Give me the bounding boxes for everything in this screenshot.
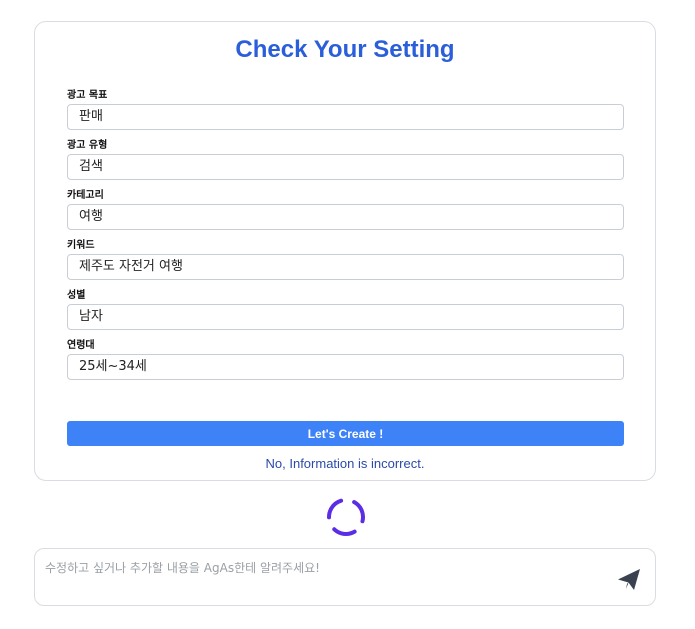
loading-spinner-icon: [327, 498, 365, 536]
keyword-field[interactable]: 제주도 자전거 여행: [67, 254, 624, 280]
field-age-range: 연령대 25세~34세: [67, 339, 624, 380]
card-title: Check Your Setting: [235, 36, 455, 63]
age-range-field[interactable]: 25세~34세: [67, 354, 624, 380]
field-ad-goal: 광고 목표 판매: [67, 89, 624, 130]
create-button[interactable]: Let's Create !: [67, 421, 624, 446]
field-keyword: 키워드 제주도 자전거 여행: [67, 239, 624, 280]
ad-type-field[interactable]: 검색: [67, 154, 624, 180]
ad-goal-field[interactable]: 판매: [67, 104, 624, 130]
field-ad-type: 광고 유형 검색: [67, 139, 624, 180]
send-paper-plane-icon: [618, 569, 640, 590]
category-field[interactable]: 여행: [67, 204, 624, 230]
field-label-keyword: 키워드: [67, 240, 95, 251]
field-label-category: 카테고리: [67, 190, 104, 201]
send-button[interactable]: [615, 565, 643, 593]
field-category: 카테고리 여행: [67, 189, 624, 230]
field-label-ad-type: 광고 유형: [67, 140, 108, 151]
chat-message-input[interactable]: [45, 557, 605, 579]
field-label-ad-goal: 광고 목표: [67, 90, 108, 101]
field-gender: 성별 남자: [67, 289, 624, 330]
information-incorrect-link[interactable]: No, Information is incorrect.: [35, 456, 655, 471]
settings-card: Check Your Setting 광고 목표 판매 광고 유형 검색 카테고…: [34, 21, 656, 481]
field-label-gender: 성별: [67, 290, 86, 301]
field-label-age-range: 연령대: [67, 340, 95, 351]
chat-composer: [34, 548, 656, 606]
gender-field[interactable]: 남자: [67, 304, 624, 330]
